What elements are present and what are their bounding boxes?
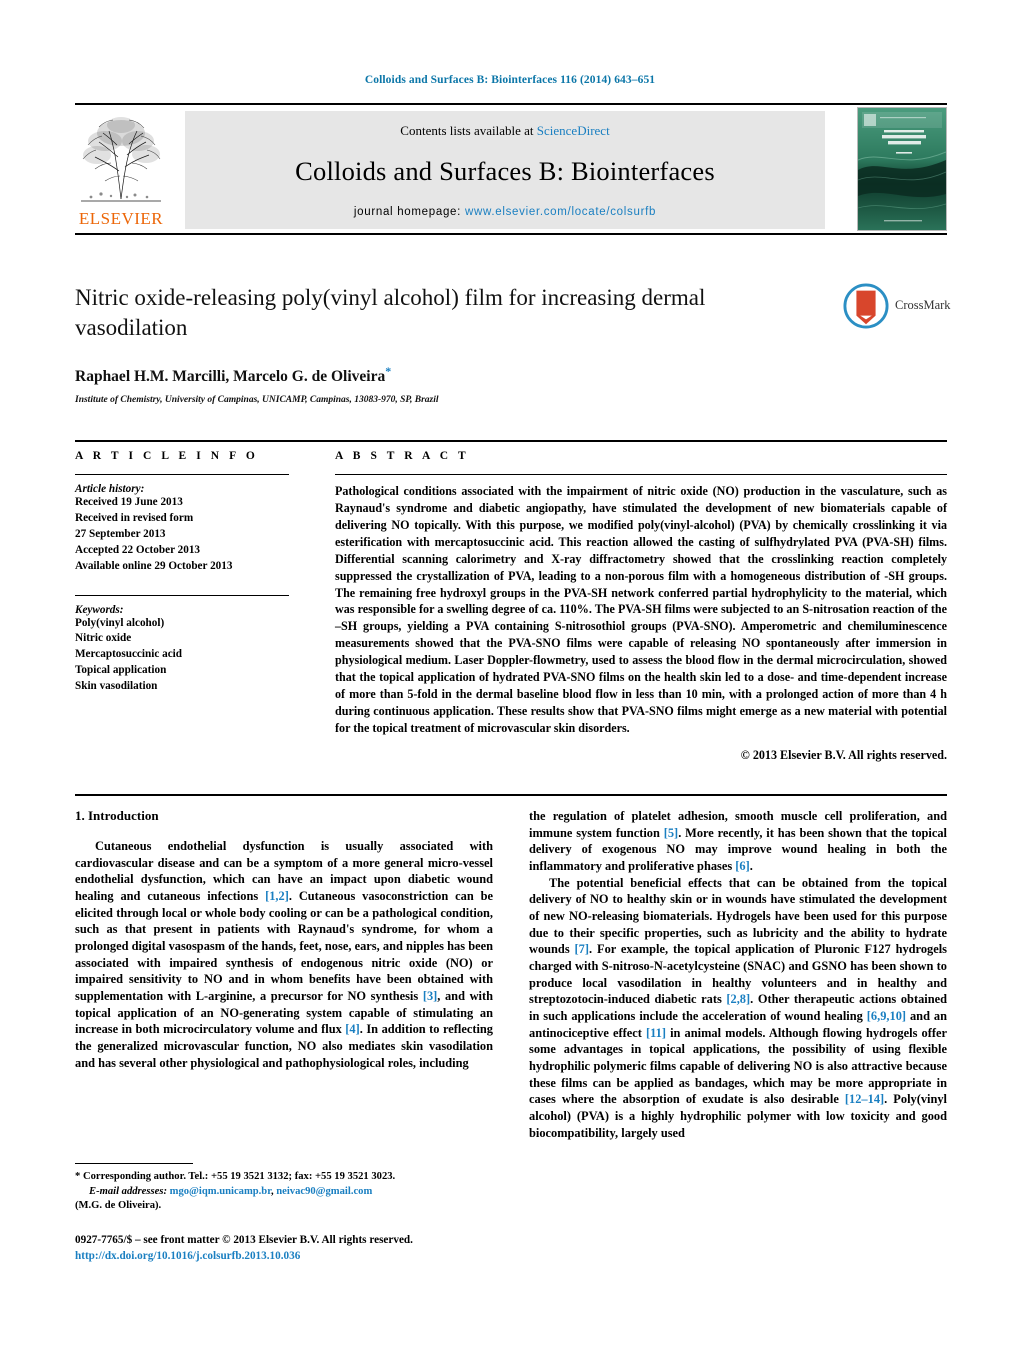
keywords-block: Keywords: Poly(vinyl alcohol) Nitric oxi… [75,594,289,696]
left-column: 1. Introduction Cutaneous endothelial dy… [75,808,493,1071]
sciencedirect-link[interactable]: ScienceDirect [537,123,610,138]
history-item: Received 19 June 2013 [75,496,183,508]
intro-paragraph-left: Cutaneous endothelial dysfunction is usu… [75,838,493,1071]
intro-text-b: . Cutaneous vasoconstriction can be elic… [75,889,493,1004]
paper-page: Colloids and Surfaces B: Biointerfaces 1… [0,0,1020,1351]
corresponding-text: * Corresponding author. Tel.: +55 19 352… [75,1171,396,1182]
citation-ref[interactable]: [12–14] [845,1092,884,1106]
citation-ref[interactable]: [4] [345,1022,359,1036]
corresponding-author-marker: * [385,363,392,378]
citation-ref[interactable]: [3] [423,989,437,1003]
running-head: Colloids and Surfaces B: Biointerfaces 1… [364,74,656,86]
doi-link[interactable]: http://dx.doi.org/10.1016/j.colsurfb.201… [75,1248,505,1264]
article-info-column: A R T I C L E I N F O Article history: R… [75,450,289,695]
history-item: Accepted 22 October 2013 [75,543,201,556]
abstract-rule [335,474,947,475]
journal-title: Colloids and Surfaces B: Biointerfaces [295,156,715,186]
citation-ref[interactable]: [5] [664,826,678,840]
journal-cover-thumbnail [857,107,947,231]
author-names: Raphael H.M. Marcilli, Marcelo G. de Oli… [75,367,386,385]
footnote-rule [75,1163,193,1164]
citation-ref[interactable]: [2,8] [726,992,750,1006]
article-info-rule [75,474,289,475]
history-item: Received in revised form [75,511,194,524]
right-column: the regulation of platelet adhesion, smo… [529,808,947,1141]
article-info-heading: A R T I C L E I N F O [75,450,259,462]
keywords-label: Keywords: [75,603,124,616]
footnote-area: * Corresponding author. Tel.: +55 19 352… [75,1163,493,1214]
homepage-url-link[interactable]: www.elsevier.com/locate/colsurfb [465,206,656,218]
keywords-rule [75,594,289,596]
homepage-label: journal homepage: [353,206,462,218]
article-history-label: Article history: [75,483,145,495]
crossmark-badge[interactable]: CrossMark [843,283,951,331]
crossmark-label: CrossMark [895,298,951,312]
citation-ref[interactable]: [1,2] [265,889,289,903]
citation-ref[interactable]: [6] [735,859,749,873]
keyword-item: Nitric oxide [75,632,132,645]
keyword-item: Poly(vinyl alcohol) [75,616,165,629]
keyword-item: Topical application [75,664,167,677]
issn-doi-block: 0927-7765/$ – see front matter © 2013 El… [75,1232,505,1264]
citation-ref[interactable]: [11] [646,1026,666,1040]
email-owner: (M.G. de Oliveira). [75,1200,162,1212]
elsevier-logo: ELSEVIER [75,111,167,229]
email-link-1[interactable]: mgo@iqm.unicamp.br [170,1186,271,1197]
abstract-bottom-rule [75,794,947,796]
page-title: Nitric oxide-releasing poly(vinyl alcoho… [75,285,706,340]
journal-homepage-line: journal homepage: www.elsevier.com/locat… [185,206,825,218]
abstract-column: A B S T R A C T Pathological conditions … [335,450,947,763]
citation-ref[interactable]: [7] [575,942,589,956]
cover-artwork-icon [858,108,946,230]
author-list: Raphael H.M. Marcilli, Marcelo G. de Oli… [75,364,947,386]
crossmark-icon [843,283,889,329]
citation-ref[interactable]: [6,9,10] [867,1009,906,1023]
keyword-item: Skin vasodilation [75,680,158,693]
contents-prefix: Contents lists available at [400,123,537,138]
abstract-heading: A B S T R A C T [335,450,470,462]
affiliation: Institute of Chemistry, University of Ca… [75,394,439,405]
info-abstract-block: A R T I C L E I N F O Article history: R… [75,440,947,796]
abstract-text: Pathological conditions associated with … [335,484,947,735]
contents-available-line: Contents lists available at ScienceDirec… [185,111,825,139]
section-title-introduction: 1. Introduction [75,808,159,823]
article-title-block: Nitric oxide-releasing poly(vinyl alcoho… [75,283,951,405]
intro-paragraph-2: The potential beneficial effects that ca… [529,875,947,1142]
masthead-bottom-rule [75,233,947,235]
elsevier-wordmark: ELSEVIER [78,209,164,228]
keyword-item: Mercaptosuccinic acid [75,648,182,661]
history-item: Available online 29 October 2013 [75,559,233,572]
email-addresses-label: E-mail addresses: [89,1185,167,1197]
journal-band: Contents lists available at ScienceDirec… [185,111,825,229]
issn-front-matter: 0927-7765/$ – see front matter © 2013 El… [75,1234,413,1246]
abstract-copyright: © 2013 Elsevier B.V. All rights reserved… [740,747,947,762]
corresponding-author-note: * Corresponding author. Tel.: +55 19 352… [75,1170,493,1214]
history-item: 27 September 2013 [75,527,166,540]
journal-masthead: ELSEVIER Contents lists available at Sci… [75,103,947,235]
intro-paragraph-continued: the regulation of platelet adhesion, smo… [529,808,947,875]
email-link-2[interactable]: neivac90@gmail.com [276,1186,372,1197]
elsevier-tree-icon [81,117,161,202]
cont-text-c: . [749,859,753,874]
